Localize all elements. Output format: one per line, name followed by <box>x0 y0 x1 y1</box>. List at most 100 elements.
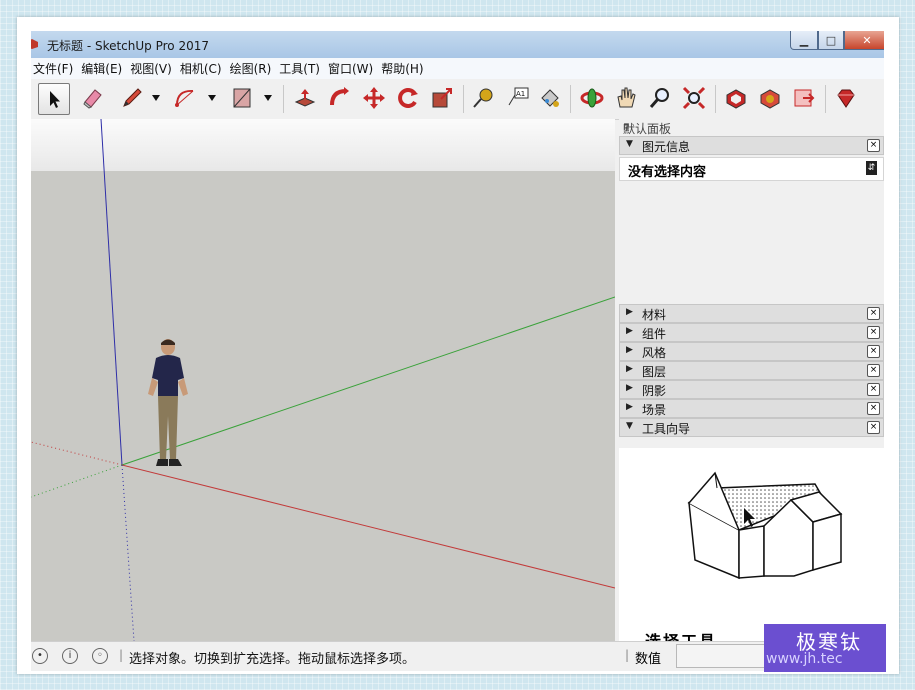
zoom-extents-tool-icon[interactable] <box>679 83 709 113</box>
title-bar: 无标题 - SketchUp Pro 2017 ▁ □ ✕ <box>31 31 884 58</box>
extension-warehouse-icon[interactable] <box>755 83 785 113</box>
panel-styles-header[interactable]: ▶ 风格 × <box>619 342 884 361</box>
shape-dropdown-chevron-icon[interactable] <box>263 94 273 102</box>
panel-shadows-header[interactable]: ▶ 阴影 × <box>619 380 884 399</box>
watermark-logo: 极寒钛 www.jh.tec <box>764 624 886 672</box>
minimize-button[interactable]: ▁ <box>790 31 818 50</box>
status-message: 选择对象。切换到扩充选择。拖动鼠标选择多项。 <box>129 652 416 667</box>
expanded-arrow-icon: ▼ <box>626 139 633 149</box>
blue-axis-line <box>100 119 123 466</box>
instructor-house-illustration <box>687 471 843 580</box>
panel-scenes-header[interactable]: ▶ 场景 × <box>619 399 884 418</box>
push-pull-tool-icon[interactable] <box>290 83 320 113</box>
arc-tool-icon[interactable] <box>171 83 201 113</box>
panel-label: 风格 <box>642 346 667 360</box>
paint-bucket-tool-icon[interactable] <box>535 83 565 113</box>
measurements-input[interactable] <box>676 644 770 668</box>
menu-help[interactable]: 帮助(H) <box>379 60 429 77</box>
select-tool-icon[interactable] <box>38 83 70 115</box>
panel-label: 场景 <box>642 403 667 417</box>
zoom-tool-icon[interactable] <box>645 83 675 113</box>
close-panel-icon[interactable]: × <box>867 307 880 320</box>
follow-me-tool-icon[interactable] <box>324 83 354 113</box>
sketchup-app-icon <box>31 39 38 49</box>
sketchup-window: 无标题 - SketchUp Pro 2017 ▁ □ ✕ 文件(F) 编辑(E… <box>31 31 884 671</box>
panel-materials-header[interactable]: ▶ 材料 × <box>619 304 884 323</box>
status-divider: | <box>119 648 124 662</box>
entity-info-row: 没有选择内容 ⇵ <box>619 157 884 181</box>
arc-dropdown-chevron-icon[interactable] <box>207 94 217 102</box>
eraser-tool-icon[interactable] <box>78 83 108 113</box>
red-axis-dotted-line <box>31 441 123 466</box>
menu-view[interactable]: 视图(V) <box>128 60 178 77</box>
panel-label: 图层 <box>642 365 667 379</box>
geo-location-icon[interactable]: • <box>32 648 48 664</box>
entity-info-body: 没有选择内容 ⇵ <box>619 155 884 300</box>
panel-label: 阴影 <box>642 384 667 398</box>
panel-instructor-header[interactable]: ▼ 工具向导 × <box>619 418 884 437</box>
toolbar-separator <box>715 85 716 113</box>
collapsed-arrow-icon: ▶ <box>626 383 633 393</box>
scale-figure-person <box>148 339 188 466</box>
entity-info-content: 没有选择内容 <box>628 165 707 180</box>
menu-tools[interactable]: 工具(T) <box>277 60 326 77</box>
panel-label: 材料 <box>642 308 667 322</box>
menu-bar: 文件(F) 编辑(E) 视图(V) 相机(C) 绘图(R) 工具(T) 窗口(W… <box>31 58 884 79</box>
panel-label: 组件 <box>642 327 667 341</box>
panel-entity-info-label: 图元信息 <box>642 140 691 154</box>
orbit-tool-icon[interactable] <box>577 83 607 113</box>
toolbar-separator <box>570 85 571 113</box>
text-tool-icon[interactable]: A1 <box>503 83 533 113</box>
menu-file[interactable]: 文件(F) <box>31 60 79 77</box>
pencil-tool-icon[interactable] <box>117 83 147 113</box>
tape-measure-tool-icon[interactable] <box>469 83 499 113</box>
status-divider: | <box>625 648 630 662</box>
expanded-arrow-icon: ▼ <box>626 421 633 431</box>
ruby-console-icon[interactable] <box>831 83 861 113</box>
close-panel-icon[interactable]: × <box>867 383 880 396</box>
close-panel-icon[interactable]: × <box>867 345 880 358</box>
send-to-layout-icon[interactable] <box>789 83 819 113</box>
scale-tool-icon[interactable] <box>427 83 457 113</box>
panel-entity-info-header[interactable]: ▼ 图元信息 × <box>619 136 884 155</box>
collapsed-arrow-icon: ▶ <box>626 326 633 336</box>
blue-axis-dotted-line <box>121 464 135 641</box>
close-panel-icon[interactable]: × <box>867 139 880 152</box>
menu-draw[interactable]: 绘图(R) <box>228 60 278 77</box>
rotate-tool-icon[interactable] <box>393 83 423 113</box>
collapsed-arrow-icon: ▶ <box>626 364 633 374</box>
pencil-dropdown-chevron-icon[interactable] <box>151 94 161 102</box>
info-icon[interactable]: i <box>62 648 78 664</box>
panel-label: 工具向导 <box>642 422 691 436</box>
close-panel-icon[interactable]: × <box>867 326 880 339</box>
move-tool-icon[interactable] <box>359 83 389 113</box>
collapsed-arrow-icon: ▶ <box>626 402 633 412</box>
red-axis-line <box>121 464 615 589</box>
pan-tool-icon[interactable] <box>611 83 641 113</box>
status-bar: • i ◦ | 选择对象。切换到扩充选择。拖动鼠标选择多项。 | 数值 <box>31 641 884 671</box>
menu-window[interactable]: 窗口(W) <box>326 60 379 77</box>
menu-edit[interactable]: 编辑(E) <box>79 60 128 77</box>
instructor-body: 选择工具 <box>619 448 884 651</box>
close-panel-icon[interactable]: × <box>867 402 880 415</box>
3d-viewport[interactable] <box>31 119 615 641</box>
tray-title-bar: 默认面板 ᴨ <box>619 119 884 136</box>
toolbar-separator <box>463 85 464 113</box>
measurements-label: 数值 <box>635 652 662 667</box>
menu-camera[interactable]: 相机(C) <box>178 60 228 77</box>
panel-components-header[interactable]: ▶ 组件 × <box>619 323 884 342</box>
close-panel-icon[interactable]: × <box>867 421 880 434</box>
close-panel-icon[interactable]: × <box>867 364 880 377</box>
close-button[interactable]: ✕ <box>844 31 884 50</box>
maximize-button[interactable]: □ <box>818 31 844 50</box>
panel-layers-header[interactable]: ▶ 图层 × <box>619 361 884 380</box>
rectangle-tool-icon[interactable] <box>227 83 257 113</box>
user-account-icon[interactable]: ◦ <box>92 648 108 664</box>
collapsed-arrow-icon: ▶ <box>626 345 633 355</box>
collapsed-arrow-icon: ▶ <box>626 307 633 317</box>
toggle-details-icon[interactable]: ⇵ <box>866 161 877 175</box>
axes-canvas <box>31 119 615 641</box>
3d-warehouse-icon[interactable] <box>721 83 751 113</box>
watermark-url: www.jh.tec <box>766 651 843 667</box>
pin-icon[interactable]: ᴨ <box>623 120 878 133</box>
